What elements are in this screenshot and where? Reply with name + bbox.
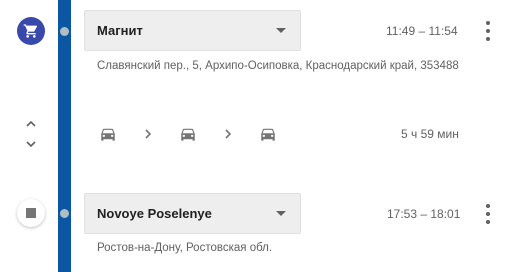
timeline-node-dot [60,27,69,36]
stop-address: Славянский пер., 5, Архипо-Осиповка, Кра… [97,60,459,72]
timeline-line [58,0,71,272]
chevron-right-icon [199,124,257,144]
more-vert-icon[interactable] [482,21,494,41]
place-select-label: Магнит [97,23,143,38]
place-select-1[interactable]: Магнит [84,10,301,51]
chevron-right-icon [119,124,177,144]
place-select-2[interactable]: Novoye Poselenye [84,193,301,234]
expand-collapse-icon[interactable] [21,120,41,148]
itinerary-timeline: Магнит 11:49 – 11:54 Славянский пер., 5,… [0,0,508,272]
stop-icon [17,199,45,227]
transit-segments [97,122,279,146]
travel-duration: 5 ч 59 мин [401,127,459,141]
car-icon [97,124,119,144]
timeline-node-dot [60,209,69,218]
place-select-label: Novoye Poselenye [97,206,212,221]
time-range: 17:53 – 18:01 [387,207,461,221]
time-range: 11:49 – 11:54 [386,24,458,38]
shopping-cart-icon [17,17,45,45]
stop-square-icon [26,208,36,218]
caret-down-icon [276,211,286,216]
caret-down-icon [276,28,286,33]
car-icon [177,124,199,144]
stop-address: Ростов-на-Дону, Ростовская обл. [97,242,273,254]
more-vert-icon[interactable] [482,204,494,224]
car-icon [257,124,279,144]
